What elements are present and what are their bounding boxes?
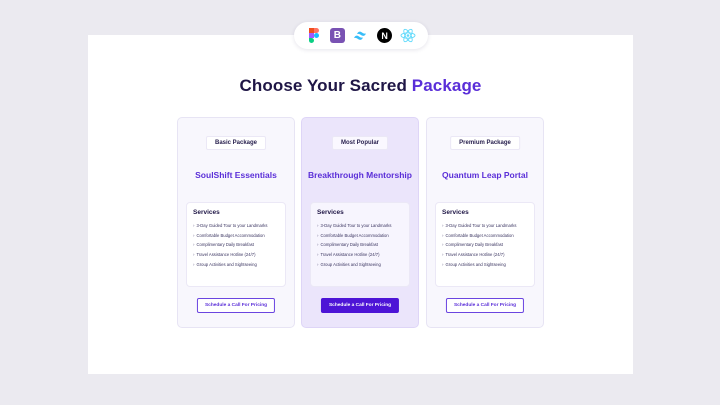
package-name: Breakthrough Mentorship <box>308 170 412 180</box>
chevron-right-icon: › <box>317 223 319 228</box>
chevron-right-icon: › <box>193 232 195 238</box>
services-box: Services › 3-Day Guided Tour to your Land… <box>310 202 410 287</box>
package-badge: Most Popular <box>331 136 389 150</box>
service-text: Group Activities and Sightseeing <box>445 261 506 267</box>
service-item: › 3-Day Guided Tour to your Landmarks <box>317 221 403 231</box>
service-text: 3-Day Guided Tour to your Landmarks <box>445 223 517 228</box>
tailwind-icon[interactable] <box>352 27 370 45</box>
service-item: › Complimentary Daily Breakfast <box>442 240 528 250</box>
package-card-basic: Basic Package SoulShift Essentials Servi… <box>177 117 295 328</box>
service-item: › Group Activities and Sightseeing <box>317 260 403 270</box>
chevron-right-icon: › <box>442 252 444 258</box>
services-box: Services › 3-Day Guided Tour to your Land… <box>186 202 286 287</box>
service-text: Group Activities and Sightseeing <box>320 261 381 267</box>
service-text: Group Activities and Sightseeing <box>196 261 257 267</box>
package-card-popular: Most Popular Breakthrough Mentorship Ser… <box>301 117 419 328</box>
chevron-right-icon: › <box>442 232 444 238</box>
schedule-call-button[interactable]: Schedule a Call For Pricing <box>196 298 276 313</box>
services-title: Services <box>442 209 469 216</box>
service-text: Complimentary Daily Breakfast <box>196 242 254 248</box>
chevron-right-icon: › <box>317 261 319 267</box>
services-title: Services <box>317 209 344 216</box>
services-box: Services › 3-Day Guided Tour to your Land… <box>435 202 535 287</box>
service-item: › Complimentary Daily Breakfast <box>317 240 403 250</box>
service-text: 3-Day Guided Tour to your Landmarks <box>196 223 268 228</box>
package-badge: Basic Package <box>205 136 267 150</box>
pricing-section: Choose Your Sacred Package Basic Package… <box>88 35 633 374</box>
figma-icon[interactable] <box>305 27 323 45</box>
service-item: › 3-Day Guided Tour to your Landmarks <box>193 221 279 231</box>
service-item: › Comfortable Budget Accommodation <box>193 231 279 241</box>
service-text: Comfortable Budget Accommodation <box>196 232 265 238</box>
service-item: › Comfortable Budget Accommodation <box>442 231 528 241</box>
schedule-call-button[interactable]: Schedule a Call For Pricing <box>320 298 400 313</box>
title-accent: Package <box>411 76 482 95</box>
service-item: › Comfortable Budget Accommodation <box>317 231 403 241</box>
chevron-right-icon: › <box>442 242 444 248</box>
service-text: Travel Assistance Hotline (24/7) <box>445 252 505 258</box>
service-text: Comfortable Budget Accommodation <box>320 232 389 238</box>
chevron-right-icon: › <box>193 252 195 258</box>
service-item: › Group Activities and Sightseeing <box>193 260 279 270</box>
package-badge: Premium Package <box>450 136 520 150</box>
chevron-right-icon: › <box>442 223 444 228</box>
services-title: Services <box>193 209 220 216</box>
package-name: SoulShift Essentials <box>195 170 277 180</box>
service-item: › Travel Assistance Hotline (24/7) <box>317 250 403 260</box>
chevron-right-icon: › <box>193 242 195 248</box>
chevron-right-icon: › <box>317 232 319 238</box>
schedule-call-button[interactable]: Schedule a Call For Pricing <box>445 298 525 313</box>
page-title: Choose Your Sacred Package <box>88 76 633 96</box>
service-item: › Complimentary Daily Breakfast <box>193 240 279 250</box>
service-text: Comfortable Budget Accommodation <box>445 232 514 238</box>
service-text: Travel Assistance Hotline (24/7) <box>196 252 256 258</box>
service-text: Complimentary Daily Breakfast <box>320 242 378 248</box>
service-text: Complimentary Daily Breakfast <box>445 242 503 248</box>
chevron-right-icon: › <box>317 242 319 248</box>
service-text: 3-Day Guided Tour to your Landmarks <box>320 223 392 228</box>
react-icon[interactable] <box>399 27 417 45</box>
bootstrap-icon[interactable]: B <box>328 27 346 45</box>
package-name: Quantum Leap Portal <box>442 170 528 180</box>
service-item: › Group Activities and Sightseeing <box>442 260 528 270</box>
tool-switcher: B N <box>294 22 428 49</box>
service-item: › Travel Assistance Hotline (24/7) <box>442 250 528 260</box>
package-card-premium: Premium Package Quantum Leap Portal Serv… <box>426 117 544 328</box>
chevron-right-icon: › <box>317 252 319 258</box>
nextjs-glyph: N <box>377 28 393 43</box>
title-main: Choose Your Sacred <box>239 76 412 95</box>
chevron-right-icon: › <box>442 261 444 267</box>
service-item: › 3-Day Guided Tour to your Landmarks <box>442 221 528 231</box>
bootstrap-glyph: B <box>329 28 345 43</box>
chevron-right-icon: › <box>193 223 195 228</box>
service-text: Travel Assistance Hotline (24/7) <box>320 252 380 258</box>
service-item: › Travel Assistance Hotline (24/7) <box>193 250 279 260</box>
nextjs-icon[interactable]: N <box>376 27 394 45</box>
chevron-right-icon: › <box>193 261 195 267</box>
